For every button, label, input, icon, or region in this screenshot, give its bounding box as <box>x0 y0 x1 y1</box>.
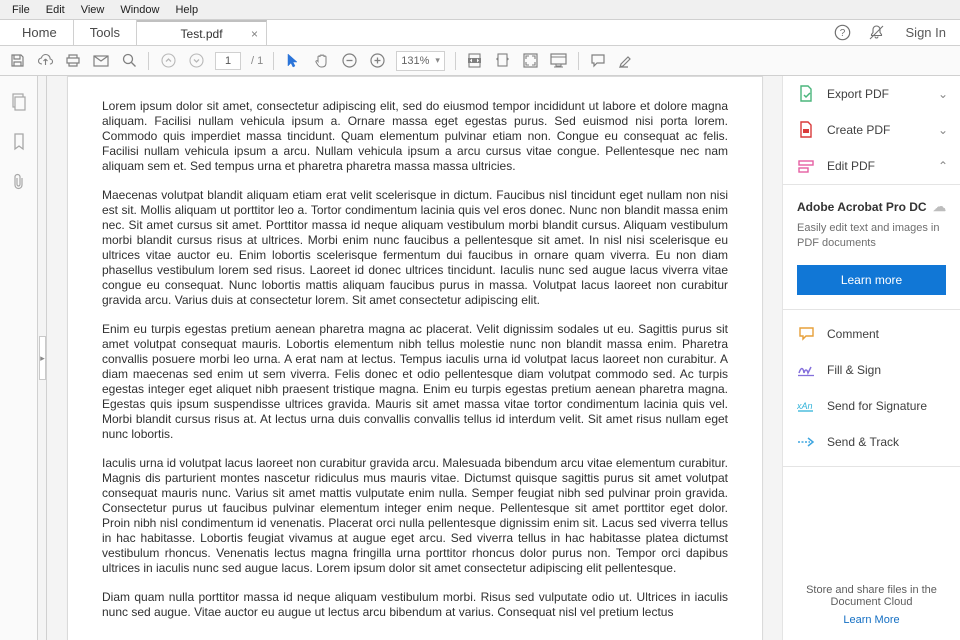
fit-page-icon[interactable] <box>494 52 512 70</box>
menu-window[interactable]: Window <box>112 0 167 20</box>
doc-paragraph: Iaculis urna id volutpat lacus laoreet n… <box>102 456 728 576</box>
page-up-icon[interactable] <box>159 52 177 70</box>
toolbar: / 1 131% ▾ <box>0 46 960 76</box>
right-panel: Export PDF ⌄ Create PDF ⌄ Edit PDF ⌃ Ado… <box>782 76 960 640</box>
fullscreen-icon[interactable] <box>522 52 540 70</box>
save-icon[interactable] <box>8 52 26 70</box>
tool-send-signature[interactable]: xAn Send for Signature <box>783 388 960 424</box>
zoom-in-icon[interactable] <box>368 52 386 70</box>
search-icon[interactable] <box>120 52 138 70</box>
chevron-down-icon: ⌄ <box>938 123 948 137</box>
svg-text:?: ? <box>840 28 846 39</box>
selection-cursor-icon[interactable] <box>284 52 302 70</box>
tool-label: Comment <box>827 327 879 341</box>
send-signature-icon: xAn <box>797 397 815 415</box>
menu-help[interactable]: Help <box>167 0 206 20</box>
doc-paragraph: Lorem ipsum dolor sit amet, consectetur … <box>102 99 728 174</box>
promo-subtitle: Easily edit text and images in PDF docum… <box>797 221 946 251</box>
email-icon[interactable] <box>92 52 110 70</box>
tool-label: Send for Signature <box>827 399 927 413</box>
zoom-value: 131% <box>401 55 429 67</box>
read-mode-icon[interactable] <box>550 52 568 70</box>
chevron-up-icon: ⌃ <box>938 159 948 173</box>
tab-close-icon[interactable]: × <box>251 27 258 41</box>
cloud-upload-icon[interactable] <box>36 52 54 70</box>
svg-text:xAn: xAn <box>797 401 813 411</box>
thumbnails-icon[interactable] <box>10 92 28 112</box>
document-page: Lorem ipsum dolor sit amet, consectetur … <box>67 76 763 640</box>
tab-document-label: Test.pdf <box>181 27 223 41</box>
tab-tools[interactable]: Tools <box>74 20 137 45</box>
doc-paragraph: Enim eu turpis egestas pretium aenean ph… <box>102 322 728 442</box>
cloud-icon: ☁ <box>933 199 946 215</box>
menu-bar: File Edit View Window Help <box>0 0 960 20</box>
export-pdf-icon <box>797 85 815 103</box>
page-number-input[interactable] <box>215 52 241 70</box>
tool-label: Send & Track <box>827 435 899 449</box>
tool-edit-pdf[interactable]: Edit PDF ⌃ <box>783 148 960 184</box>
bookmark-ribbon-icon[interactable] <box>10 132 28 152</box>
learn-more-button[interactable]: Learn more <box>797 265 946 295</box>
tool-create-pdf[interactable]: Create PDF ⌄ <box>783 112 960 148</box>
edit-pdf-icon <box>797 157 815 175</box>
send-track-icon <box>797 433 815 451</box>
attachments-icon[interactable] <box>10 172 28 192</box>
tab-document[interactable]: Test.pdf × <box>137 20 267 45</box>
edit-promo-panel: Adobe Acrobat Pro DC ☁ Easily edit text … <box>783 184 960 310</box>
document-viewport[interactable]: Lorem ipsum dolor sit amet, consectetur … <box>47 76 782 640</box>
doc-paragraph: Maecenas volutpat blandit aliquam etiam … <box>102 188 728 308</box>
tool-label: Export PDF <box>827 87 889 101</box>
left-sidebar <box>0 76 38 640</box>
sign-in-link[interactable]: Sign In <box>906 25 946 40</box>
create-pdf-icon <box>797 121 815 139</box>
tool-label: Fill & Sign <box>827 363 881 377</box>
doc-paragraph: Diam quam nulla porttitor massa id neque… <box>102 590 728 620</box>
comment-bubble-icon[interactable] <box>589 52 607 70</box>
promo-title: Adobe Acrobat Pro DC <box>797 200 927 214</box>
footer-learn-more-link[interactable]: Learn More <box>797 614 946 626</box>
main-area: ▸ Lorem ipsum dolor sit amet, consectetu… <box>0 76 960 640</box>
chevron-down-icon: ⌄ <box>938 87 948 101</box>
tool-label: Edit PDF <box>827 159 875 173</box>
page-down-icon[interactable] <box>187 52 205 70</box>
menu-file[interactable]: File <box>4 0 38 20</box>
tools-list: Comment Fill & Sign xAn Send for Signatu… <box>783 310 960 467</box>
comment-icon <box>797 325 815 343</box>
notifications-icon[interactable] <box>868 24 886 42</box>
zoom-out-icon[interactable] <box>340 52 358 70</box>
tool-comment[interactable]: Comment <box>783 316 960 352</box>
tab-home[interactable]: Home <box>6 20 74 45</box>
help-icon[interactable]: ? <box>834 24 852 42</box>
tool-fill-sign[interactable]: Fill & Sign <box>783 352 960 388</box>
menu-view[interactable]: View <box>73 0 113 20</box>
highlight-icon[interactable] <box>617 52 635 70</box>
zoom-dropdown[interactable]: 131% ▾ <box>396 51 445 71</box>
chevron-down-icon: ▾ <box>435 55 440 66</box>
fit-width-icon[interactable] <box>466 52 484 70</box>
tool-export-pdf[interactable]: Export PDF ⌄ <box>783 76 960 112</box>
print-icon[interactable] <box>64 52 82 70</box>
collapse-grip-icon: ▸ <box>39 336 46 380</box>
footer-promo-text: Store and share files in the Document Cl… <box>797 584 946 608</box>
footer-promo: Store and share files in the Document Cl… <box>783 574 960 640</box>
fill-sign-icon <box>797 361 815 379</box>
tool-send-track[interactable]: Send & Track <box>783 424 960 460</box>
page-total-label: / 1 <box>251 55 263 67</box>
left-collapse-handle[interactable]: ▸ <box>38 76 47 640</box>
menu-edit[interactable]: Edit <box>38 0 73 20</box>
hand-pan-icon[interactable] <box>312 52 330 70</box>
tool-label: Create PDF <box>827 123 890 137</box>
tab-bar: Home Tools Test.pdf × ? Sign In <box>0 20 960 46</box>
